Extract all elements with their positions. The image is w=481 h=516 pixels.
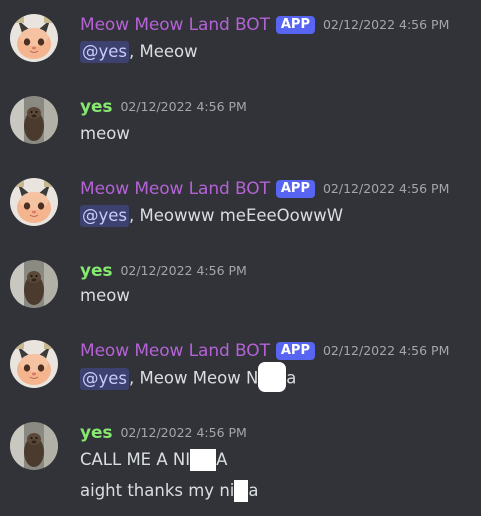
otter-photo-icon: [10, 422, 58, 470]
redaction-box: [190, 448, 217, 471]
redaction-box: [258, 362, 287, 392]
timestamp[interactable]: 02/12/2022 4:56 PM: [323, 180, 449, 198]
app-tag: APP: [275, 342, 315, 360]
timestamp[interactable]: 02/12/2022 4:56 PM: [323, 16, 449, 34]
message-header: yes 02/12/2022 4:56 PM: [80, 258, 247, 284]
message-yes-2[interactable]: yes 02/12/2022 4:56 PM meow: [0, 258, 481, 318]
message-header: yes 02/12/2022 4:56 PM: [80, 94, 247, 120]
message-bot-2[interactable]: Meow Meow Land BOT APP 02/12/2022 4:56 P…: [0, 176, 481, 236]
cat-face-icon: [10, 14, 58, 62]
message-content: @yes, Meowww meEeeOowwW: [80, 205, 343, 227]
message-header: Meow Meow Land BOT APP 02/12/2022 4:56 P…: [80, 12, 449, 38]
otter-photo-icon: [10, 260, 58, 308]
message-content: meow: [80, 286, 130, 305]
author-name[interactable]: Meow Meow Land BOT: [80, 178, 270, 200]
message-bot-1[interactable]: Meow Meow Land BOT APP 02/12/2022 4:56 P…: [0, 12, 481, 72]
user-mention[interactable]: @yes: [80, 41, 130, 63]
cat-face-icon: [10, 340, 58, 388]
cat-face-icon: [10, 178, 58, 226]
author-name[interactable]: yes: [80, 260, 113, 282]
otter-avatar[interactable]: [10, 260, 58, 308]
timestamp[interactable]: 02/12/2022 4:56 PM: [120, 262, 246, 280]
timestamp[interactable]: 02/12/2022 4:56 PM: [120, 424, 246, 442]
app-tag: APP: [275, 16, 315, 34]
cat-avatar[interactable]: [10, 178, 58, 226]
message-yes-1[interactable]: yes 02/12/2022 4:56 PM meow: [0, 94, 481, 154]
message-header: yes 02/12/2022 4:56 PM: [80, 420, 247, 446]
message-text: CALL ME A NI: [80, 450, 191, 469]
message-content: aight thanks my ni a: [80, 479, 259, 502]
message-text: a: [286, 368, 297, 388]
author-name[interactable]: yes: [80, 96, 113, 118]
author-name[interactable]: yes: [80, 422, 113, 444]
message-header: Meow Meow Land BOT APP 02/12/2022 4:56 P…: [80, 176, 449, 202]
redaction-box: [234, 479, 249, 502]
timestamp[interactable]: 02/12/2022 4:56 PM: [120, 98, 246, 116]
app-tag: APP: [275, 180, 315, 198]
message-text: , Meowww meEeeOowwW: [129, 206, 344, 225]
timestamp[interactable]: 02/12/2022 4:56 PM: [323, 342, 449, 360]
otter-avatar[interactable]: [10, 96, 58, 144]
cat-avatar[interactable]: [10, 340, 58, 388]
message-text: , Meow Meow N: [129, 368, 259, 388]
chat-log: Meow Meow Land BOT APP 02/12/2022 4:56 P…: [0, 0, 481, 516]
message-header: Meow Meow Land BOT APP 02/12/2022 4:56 P…: [80, 338, 449, 364]
otter-photo-icon: [10, 96, 58, 144]
cat-avatar[interactable]: [10, 14, 58, 62]
message-content: meow: [80, 124, 130, 143]
message-text: A: [216, 450, 228, 469]
message-bot-3[interactable]: Meow Meow Land BOT APP 02/12/2022 4:56 P…: [0, 338, 481, 398]
author-name[interactable]: Meow Meow Land BOT: [80, 340, 270, 362]
message-text: aight thanks my ni: [80, 481, 235, 500]
message-content: @yes, Meeow: [80, 41, 198, 63]
message-yes-3[interactable]: yes 02/12/2022 4:56 PM CALL ME A NI A aig…: [0, 420, 481, 510]
message-text: a: [248, 481, 259, 500]
author-name[interactable]: Meow Meow Land BOT: [80, 14, 270, 36]
user-mention[interactable]: @yes: [80, 367, 130, 390]
message-text: , Meeow: [129, 42, 198, 61]
message-content: CALL ME A NI A: [80, 448, 228, 471]
otter-avatar[interactable]: [10, 422, 58, 470]
user-mention[interactable]: @yes: [80, 205, 130, 227]
message-content: @yes, Meow Meow N a: [80, 362, 297, 392]
